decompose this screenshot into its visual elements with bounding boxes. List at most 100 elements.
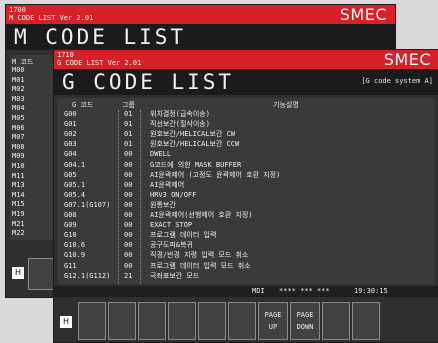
function-description-cell: 원통보간 — [150, 200, 176, 209]
softkey-6[interactable] — [228, 302, 256, 340]
page-up-button[interactable]: PAGE UP — [258, 302, 288, 340]
m-code-value: M22 — [12, 229, 25, 238]
table-row: G07.1(G107) 00 원통보간 — [58, 201, 435, 209]
group-cell: 00 — [124, 251, 133, 260]
table-row: G05 00 AI윤곽제어 (고정도 윤곽제어 호환 지정) — [58, 171, 435, 179]
group-cell: 01 — [124, 110, 133, 118]
g-code-title-bar: G CODE LIST [G code system A] — [54, 69, 438, 95]
status-mode: MDI — [252, 287, 265, 295]
m-code-value: M08 — [12, 142, 25, 151]
function-description-cell: AI윤곽제어 — [150, 180, 185, 189]
softkey-3[interactable] — [138, 302, 166, 340]
table-row: G02 01 원호보간/HELICAL보간 CW — [58, 130, 435, 138]
table-row: G05.4 00 HRV3 ON/OFF — [58, 191, 435, 199]
page-up-label-line1: PAGE — [264, 311, 282, 319]
group-cell: 00 — [124, 231, 133, 240]
function-description-cell: AI윤곽제어 (고정도 윤곽제어 호환 지정) — [150, 170, 281, 179]
g-code-cell: G11 — [64, 261, 77, 270]
table-row: G10.6 00 공구도피&복귀 — [58, 241, 435, 249]
function-description-cell: 프로그램 데이터 입력 모드 취소 — [150, 261, 251, 270]
m-code-row: M02 — [12, 85, 54, 93]
screen-version: M CODE LIST Ver 2.01 — [9, 14, 94, 22]
m-code-row: M14 — [12, 191, 54, 199]
m-code-value: M15 — [12, 200, 25, 209]
m-code-row: M07 — [12, 133, 54, 141]
m-code-value: M13 — [12, 181, 25, 190]
page-down-button[interactable]: PAGE DOWN — [290, 302, 320, 340]
softkey-1[interactable] — [28, 258, 56, 290]
m-code-value: M10 — [12, 162, 25, 170]
table-row: G10 00 프로그램 데이터 입력 — [58, 231, 435, 239]
status-clock: 19:30:15 — [354, 287, 388, 295]
status-stars: **** *** *** — [279, 287, 330, 295]
softkey-5[interactable] — [198, 302, 226, 340]
m-code-value: M06 — [12, 123, 25, 132]
function-description-cell: DWELL — [150, 150, 172, 159]
function-description-cell: 직선보간(절삭이송) — [150, 120, 210, 129]
program-number: 1700 — [9, 6, 26, 14]
m-code-value: M03 — [12, 94, 25, 103]
table-row: G01 01 직선보간(절삭이송) — [58, 120, 435, 128]
function-description-cell: 원호보간/HELICAL보간 CCW — [150, 140, 240, 149]
g-softkey-row: PAGE UP PAGE DOWN — [78, 302, 380, 340]
table-row: G04.1 00 G코드에 의한 MASK BUFFER — [58, 161, 435, 169]
g-code-cell: G05.4 — [64, 190, 86, 199]
table-row: G12.1(G112) 21 극좌표보간 모드 — [58, 272, 435, 280]
group-cell: 00 — [124, 261, 133, 270]
brand-logo: SMEC — [339, 5, 387, 24]
m-code-row: M21 — [12, 220, 54, 228]
m-code-row: M15 — [12, 200, 54, 208]
m-code-row: M05 — [12, 114, 54, 122]
m-code-value: M19 — [12, 210, 25, 218]
softkey-9[interactable] — [322, 302, 350, 340]
group-cell: 00 — [124, 150, 133, 159]
m-code-value: M01 — [12, 75, 25, 84]
m-code-value: M04 — [12, 104, 25, 113]
group-cell: 00 — [124, 211, 133, 219]
g-code-cell: G09 — [64, 221, 77, 230]
softkey-2[interactable] — [108, 302, 136, 340]
m-code-value: M07 — [12, 133, 25, 142]
m-code-row: M19 — [12, 210, 54, 218]
m-code-row: M06 — [12, 124, 54, 132]
column-header-group: 그룹 — [122, 101, 135, 109]
g-code-cell: G10.6 — [64, 241, 86, 250]
group-cell: 01 — [124, 130, 133, 139]
group-cell: 00 — [124, 241, 133, 250]
table-row: G11 00 프로그램 데이터 입력 모드 취소 — [58, 262, 435, 270]
table-row: G10.9 00 직경/반경 지령 입력 모드 취소 — [58, 251, 435, 259]
g-code-cell: G04.1 — [64, 160, 86, 169]
g-code-cell: G07.1(G107) — [64, 200, 111, 209]
page-down-label-line1: PAGE — [296, 311, 314, 319]
softkey-1[interactable] — [78, 302, 106, 340]
function-description-cell: 원호보간/HELICAL보간 CW — [150, 130, 235, 139]
page-up-label-line2: UP — [268, 323, 278, 331]
function-description-cell: 프로그램 데이터 입력 — [150, 231, 217, 240]
table-row: G00 01 위치결정(급속이송) — [58, 110, 435, 118]
table-row: G09 00 EXACT STOP — [58, 221, 435, 229]
table-row: G08 00 AI윤곽제어(선행제어 호환 지정) — [58, 211, 435, 219]
m-code-value: M09 — [12, 152, 25, 161]
g-code-list-screen: 1710 G CODE LIST Ver 2.01 SMEC G CODE LI… — [53, 49, 438, 343]
m-code-row: M09 — [12, 152, 54, 160]
table-row: G04 00 DWELL — [58, 150, 435, 158]
softkey-4[interactable] — [168, 302, 196, 340]
function-description-cell: 위치결정(급속이송) — [150, 110, 210, 118]
m-code-row: M01 — [12, 76, 54, 84]
page-title: G CODE LIST — [62, 70, 235, 94]
m-code-value: M21 — [12, 219, 25, 228]
group-cell: 00 — [124, 180, 133, 189]
g-code-cell: G04 — [64, 150, 77, 159]
m-code-value: M00 — [12, 66, 25, 74]
code-system-label: [G code system A] — [361, 77, 433, 85]
m-code-title-bar: M CODE LIST — [6, 24, 395, 50]
g-code-cell: G08 — [64, 211, 77, 219]
table-row: G05.1 00 AI윤곽제어 — [58, 181, 435, 189]
function-description-cell: 극좌표보간 모드 — [150, 271, 200, 280]
m-code-value: M02 — [12, 85, 25, 94]
mode-indicator: H — [12, 267, 24, 279]
g-code-cell: G05.1 — [64, 180, 86, 189]
softkey-10[interactable] — [352, 302, 380, 340]
m-code-value: M14 — [12, 190, 25, 199]
g-code-cell: G02 — [64, 130, 77, 139]
